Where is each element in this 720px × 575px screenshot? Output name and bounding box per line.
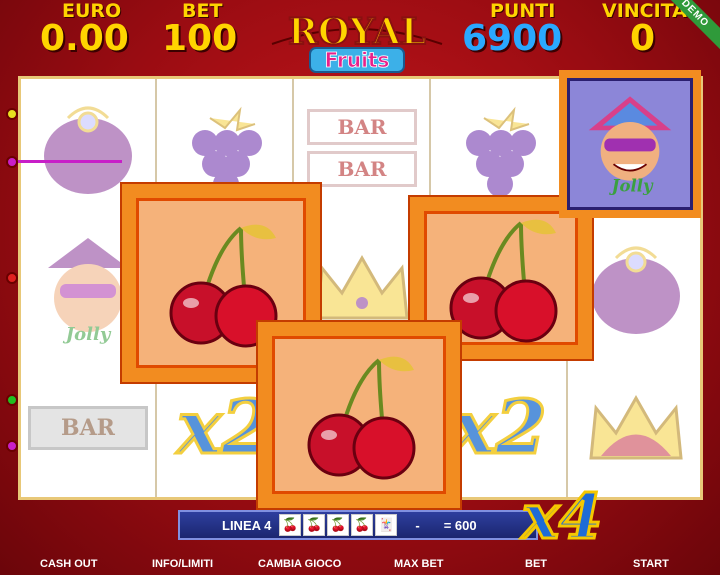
bet-button[interactable]: BET [525, 558, 547, 570]
line-indicator-dot[interactable] [6, 394, 18, 406]
svg-text:Fruits: Fruits [325, 48, 390, 72]
symbol-crown [569, 359, 703, 497]
win-line-bar: LINEA 4 🍒 🍒 🍒 🍒 🃏 - = 600 [178, 510, 538, 540]
cherry-icon: 🍒 [303, 514, 326, 536]
bet-value: 100 [162, 18, 238, 59]
cherry-icon: 🍒 [279, 514, 302, 536]
win-multiplier: x4 [520, 479, 603, 555]
svg-text:Jolly: Jolly [63, 324, 112, 345]
euro-value: 0.00 [40, 18, 129, 59]
jolly-label: Jolly [609, 177, 654, 196]
start-button[interactable]: START [633, 558, 669, 570]
jolly-icon: 🃏 [375, 514, 398, 536]
bar-label: BAR [307, 151, 417, 187]
win-line-label: LINEA 4 [222, 517, 272, 533]
info-button[interactable]: INFO/LIMITI [152, 558, 213, 570]
line-indicator-dot[interactable] [6, 108, 18, 120]
punti-value: 6900 [462, 18, 563, 59]
line-indicator-dot[interactable] [6, 156, 18, 168]
svg-text:ROYAL: ROYAL [288, 11, 426, 53]
win-symbol-jolly: Jolly [559, 70, 701, 218]
win-symbol-strip: 🍒 🍒 🍒 🍒 🃏 [279, 514, 398, 536]
payline-4 [14, 160, 122, 163]
bar-label: BAR [307, 109, 417, 145]
change-game-button[interactable]: CAMBIA GIOCO [258, 558, 341, 570]
x2-label: x2 [450, 384, 549, 473]
win-separator: - [415, 517, 420, 533]
line-indicator-dot[interactable] [6, 272, 18, 284]
cash-out-button[interactable]: CASH OUT [40, 558, 97, 570]
max-bet-button[interactable]: MAX BET [394, 558, 444, 570]
royal-fruits-logo: ROYAL Fruits [262, 4, 452, 76]
win-symbol-cherries [258, 322, 460, 508]
win-amount: = 600 [443, 517, 477, 533]
line-indicator-dot[interactable] [6, 440, 18, 452]
cherry-icon: 🍒 [351, 514, 374, 536]
bar-label: BAR [28, 406, 148, 450]
vincita-value: 0 [630, 18, 656, 59]
cherry-icon: 🍒 [327, 514, 350, 536]
